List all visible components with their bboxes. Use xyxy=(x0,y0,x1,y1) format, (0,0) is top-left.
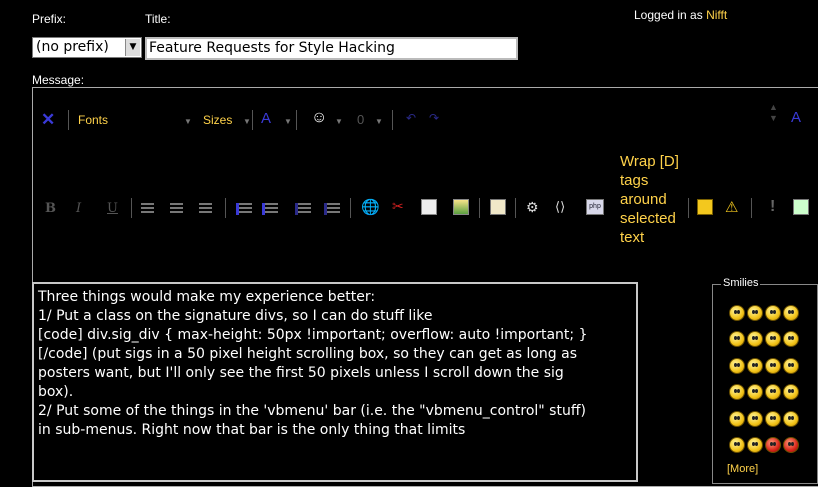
message-line: Three things would make my experience be… xyxy=(38,289,376,305)
smiley-icon[interactable] xyxy=(765,437,781,453)
exclamation-icon[interactable]: ! xyxy=(770,198,775,216)
message-line: in sub-menus. Right now that bar is the … xyxy=(38,422,466,438)
smiley-icon[interactable] xyxy=(765,305,781,321)
message-line: [/code] (put sigs in a 50 pixel height s… xyxy=(38,346,578,362)
prefix-label: Prefix: xyxy=(32,12,67,26)
smiley-icon[interactable] xyxy=(729,437,745,453)
insert-image-icon[interactable] xyxy=(453,199,469,215)
more-smilies-link[interactable]: [More] xyxy=(727,463,758,475)
smiley-icon[interactable] xyxy=(729,411,745,427)
title-label: Title: xyxy=(145,12,171,26)
smiley-icon[interactable] xyxy=(783,331,799,347)
attachment-icon[interactable]: 0 xyxy=(357,112,364,127)
remove-formatting-icon[interactable]: ✕ xyxy=(41,110,55,130)
smiley-icon[interactable] xyxy=(729,331,745,347)
smiley-icon[interactable] xyxy=(747,358,763,374)
smiley-icon[interactable] xyxy=(729,358,745,374)
smiley-icon[interactable] xyxy=(747,437,763,453)
html-icon[interactable]: ⟨⟩ xyxy=(555,199,565,215)
smiley-icon[interactable] xyxy=(729,384,745,400)
chevron-down-icon[interactable]: ▼ xyxy=(375,117,383,126)
insert-email-icon[interactable] xyxy=(421,199,437,215)
insert-link-icon[interactable]: 🌐 xyxy=(361,198,380,216)
message-line: 2/ Put some of the things in the 'vbmenu… xyxy=(38,403,586,419)
redo-icon[interactable]: ↷ xyxy=(429,111,439,125)
italic-icon[interactable]: I xyxy=(76,201,81,216)
smiley-icon[interactable] xyxy=(765,331,781,347)
chevron-down-icon[interactable]: ▼ xyxy=(284,117,292,126)
php-icon[interactable]: php xyxy=(586,199,604,215)
align-right-icon[interactable] xyxy=(199,203,212,215)
resize-arrows-icon[interactable]: ▲ ▼ xyxy=(769,102,778,124)
smiley-icon[interactable]: ☺ xyxy=(311,109,327,127)
login-prefix-text: Logged in as xyxy=(634,8,703,22)
table-icon[interactable] xyxy=(793,199,809,215)
smiley-icon[interactable] xyxy=(729,305,745,321)
warning-icon[interactable]: ⚠ xyxy=(725,198,738,216)
fonts-dropdown[interactable]: Fonts xyxy=(78,113,108,127)
quote-icon[interactable] xyxy=(490,199,506,215)
title-input[interactable]: Feature Requests for Style Hacking xyxy=(145,37,518,60)
remove-link-icon[interactable]: ✂ xyxy=(392,198,404,215)
code-icon[interactable]: ⚙ xyxy=(526,199,539,216)
wrap-tags-button[interactable]: Wrap [D] tags around selected text xyxy=(620,152,695,247)
message-label: Message: xyxy=(32,73,85,87)
outdent-icon[interactable] xyxy=(295,203,311,215)
login-status: Logged in as Nifft xyxy=(634,8,727,22)
smiley-icon[interactable] xyxy=(783,305,799,321)
chevron-down-icon[interactable]: ▼ xyxy=(125,39,140,56)
chevron-down-icon[interactable]: ▼ xyxy=(243,117,251,126)
align-left-icon[interactable] xyxy=(141,203,154,215)
smiley-icon[interactable] xyxy=(783,384,799,400)
unordered-list-icon[interactable] xyxy=(262,203,278,215)
message-line: 1/ Put a class on the signature divs, so… xyxy=(38,308,433,324)
smiley-icon[interactable] xyxy=(765,411,781,427)
smilies-legend: Smilies xyxy=(721,277,761,289)
smiley-icon[interactable] xyxy=(747,411,763,427)
align-center-icon[interactable] xyxy=(170,203,183,215)
text-color-icon[interactable]: A xyxy=(261,110,271,127)
chevron-down-icon[interactable]: ▼ xyxy=(184,117,192,126)
message-textarea[interactable]: Three things would make my experience be… xyxy=(32,282,638,482)
smiley-icon[interactable] xyxy=(783,411,799,427)
ordered-list-icon[interactable] xyxy=(236,203,252,215)
indent-icon[interactable] xyxy=(324,203,340,215)
smiley-icon[interactable] xyxy=(783,358,799,374)
smiley-icon[interactable] xyxy=(747,384,763,400)
undo-icon[interactable]: ↶ xyxy=(406,111,416,125)
prefix-select[interactable]: (no prefix) ▼ xyxy=(32,37,142,58)
bold-icon[interactable]: B xyxy=(45,201,56,216)
chevron-down-icon[interactable]: ▼ xyxy=(335,117,343,126)
smiley-icon[interactable] xyxy=(765,358,781,374)
sizes-dropdown[interactable]: Sizes xyxy=(203,113,232,127)
smiley-icon[interactable] xyxy=(747,305,763,321)
message-line: box). xyxy=(38,384,74,400)
underline-icon[interactable]: U xyxy=(107,201,118,216)
smiley-icon[interactable] xyxy=(747,331,763,347)
prefix-select-value: (no prefix) xyxy=(36,39,109,55)
smiley-icon[interactable] xyxy=(783,437,799,453)
smiley-icon[interactable] xyxy=(765,384,781,400)
login-username-link[interactable]: Nifft xyxy=(706,8,727,22)
message-line: [code] div.sig_div { max-height: 50px !i… xyxy=(38,327,588,343)
spoiler-icon[interactable] xyxy=(697,199,713,215)
message-line: posters want, but I'll only see the firs… xyxy=(38,365,564,381)
switch-mode-icon[interactable]: A xyxy=(791,109,801,126)
